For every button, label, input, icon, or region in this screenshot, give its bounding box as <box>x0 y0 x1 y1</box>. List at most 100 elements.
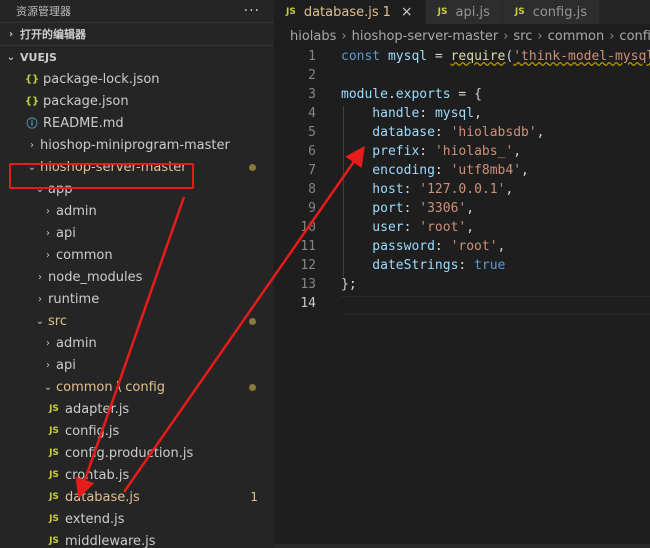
line-number: 3 <box>308 87 316 102</box>
tree-item[interactable]: ⌄ src <box>0 310 274 332</box>
breadcrumb: hiolabs › hioshop-server-master › src › common… <box>274 24 650 48</box>
tree-item-label: README.md <box>43 115 124 131</box>
code-token: : <box>403 201 420 216</box>
tree-item-label: common \ config <box>56 379 166 395</box>
close-icon[interactable]: × <box>401 4 413 20</box>
chevron-right-icon: › <box>46 359 50 371</box>
code-token: : <box>458 258 475 273</box>
code-line: prefix: 'hiolabs_', <box>341 144 521 159</box>
tab-database-js[interactable]: JS database.js 1 × <box>274 0 426 24</box>
json-icon: {} <box>24 95 40 107</box>
breadcrumb-item[interactable]: hiolabs <box>290 29 336 44</box>
tree-item[interactable]: JS extend.js <box>0 508 274 530</box>
tree-item-label: admin <box>56 203 97 219</box>
info-icon: ⓘ <box>26 117 38 130</box>
code-token: , <box>466 201 475 216</box>
code-token: password <box>341 239 435 254</box>
tree-item[interactable]: {} package-lock.json <box>0 68 274 90</box>
chevron-right-icon: › <box>46 227 50 239</box>
code-token: mysql <box>387 49 428 64</box>
line-number: 2 <box>308 68 316 83</box>
breadcrumb-item[interactable]: src <box>513 29 532 44</box>
tree-item-label: hioshop-miniprogram-master <box>40 137 230 153</box>
chevron-right-icon: › <box>30 139 34 151</box>
git-modified-dot <box>249 317 256 325</box>
tree-item[interactable]: ⓘ README.md <box>0 112 274 134</box>
tree-item[interactable]: › api <box>0 354 274 376</box>
code-token: 'root' <box>419 220 467 235</box>
line-number: 14 <box>300 296 316 311</box>
editor-area: JS database.js 1 × JS api.js JS config.js hiola… <box>274 0 650 548</box>
chevron-down-icon: ⌄ <box>43 381 53 393</box>
tree-item-label: extend.js <box>65 511 125 527</box>
code-token: 'hiolabsdb' <box>450 125 537 140</box>
code-token: 'utf8mb4' <box>450 163 522 178</box>
chevron-right-icon: › <box>38 293 42 305</box>
breadcrumb-item[interactable]: common <box>548 29 605 44</box>
code-token: module <box>341 87 388 102</box>
tree-item[interactable]: › api <box>0 222 274 244</box>
tab-config-js[interactable]: JS config.js <box>502 0 601 24</box>
code-token: = { <box>450 87 482 102</box>
code-line: user: 'root', <box>341 220 474 235</box>
tree-item[interactable]: › admin <box>0 332 274 354</box>
git-modified-dot <box>249 383 256 391</box>
open-editors-section[interactable]: › 打开的编辑器 <box>0 22 274 45</box>
code-token: 'think-model-mysql' <box>513 49 650 64</box>
horizontal-scrollbar[interactable] <box>274 544 650 548</box>
code-line: module.exports = { <box>341 87 482 102</box>
code-token: const <box>341 49 388 64</box>
more-actions-icon[interactable]: ··· <box>244 3 260 19</box>
code-token: , <box>513 144 522 159</box>
chevron-down-icon: ⌄ <box>35 315 45 327</box>
line-number: 13 <box>300 277 316 292</box>
tree-item-label: common <box>56 247 113 263</box>
breadcrumb-separator: › <box>609 28 615 44</box>
breadcrumb-item[interactable]: hioshop-server-master <box>352 29 499 44</box>
tree-item[interactable]: JS config.production.js <box>0 442 274 464</box>
tree-item-label: middleware.js <box>65 533 156 548</box>
tree-item-label: node_modules <box>48 269 143 285</box>
code-line: host: '127.0.0.1', <box>341 182 513 197</box>
tree-item[interactable]: JS adapter.js <box>0 398 274 420</box>
code-token: require <box>450 49 506 64</box>
chevron-down-icon: ⌄ <box>6 51 16 63</box>
tree-item-label: src <box>48 313 67 329</box>
code-line: password: 'root', <box>341 239 505 254</box>
workspace-section[interactable]: ⌄ VUEJS <box>0 45 274 68</box>
tree-item[interactable]: › hioshop-miniprogram-master <box>0 134 274 156</box>
code-line: port: '3306', <box>341 201 474 216</box>
tree-item[interactable]: › node_modules <box>0 266 274 288</box>
code-token: '127.0.0.1' <box>419 182 506 197</box>
tree-item[interactable]: ⌄ common \ config <box>0 376 274 398</box>
code-token: true <box>474 258 506 273</box>
tree-item-label: package-lock.json <box>43 71 160 87</box>
code-token: dateStrings <box>341 258 459 273</box>
tab-label: api.js <box>455 4 490 20</box>
chevron-right-icon: › <box>46 205 50 217</box>
editor-tabs: JS database.js 1 × JS api.js JS config.js <box>274 0 650 24</box>
open-editors-label: 打开的编辑器 <box>20 28 86 41</box>
tree-item[interactable]: JS crontab.js <box>0 464 274 486</box>
js-icon: JS <box>49 404 59 414</box>
code-token: encoding <box>341 163 435 178</box>
breadcrumb-item[interactable]: config <box>619 29 650 44</box>
tree-item[interactable]: › runtime <box>0 288 274 310</box>
code-token: : <box>419 144 435 159</box>
code-token: : <box>403 220 420 235</box>
tab-api-js[interactable]: JS api.js <box>425 0 503 24</box>
tree-item[interactable]: JS config.js <box>0 420 274 442</box>
code-token: 'hiolabs_' <box>434 144 514 159</box>
code-token: , <box>474 106 482 121</box>
code-line: database: 'hiolabsdb', <box>341 125 544 140</box>
code-token: : <box>419 106 435 121</box>
tree-item[interactable]: › admin <box>0 200 274 222</box>
code-token: , <box>505 182 514 197</box>
code-token: , <box>466 220 475 235</box>
tree-item[interactable]: JS database.js 1 <box>0 486 274 508</box>
code-token: database <box>341 125 435 140</box>
tree-item[interactable]: {} package.json <box>0 90 274 112</box>
tree-item[interactable]: JS middleware.js <box>0 530 274 548</box>
tree-item[interactable]: › common <box>0 244 274 266</box>
explorer-title: 资源管理器 <box>16 5 71 18</box>
